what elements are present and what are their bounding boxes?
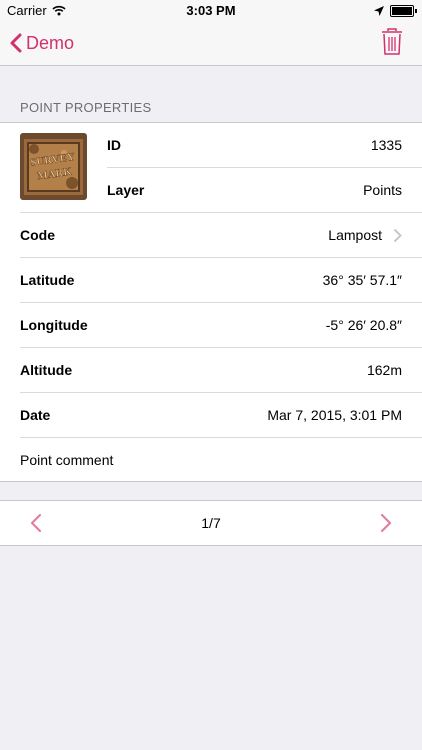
- property-row-longitude: Longitude -5° 26′ 20.8″: [20, 303, 422, 347]
- id-label: ID: [107, 137, 121, 153]
- point-properties-group: SURVEY MARK ID 1335 Layer Points Code La…: [0, 122, 422, 482]
- latitude-value: 36° 35′ 57.1″: [322, 272, 402, 288]
- property-row-latitude: Latitude 36° 35′ 57.1″: [20, 258, 422, 302]
- navigation-bar: Demo: [0, 20, 422, 66]
- layer-value: Points: [363, 182, 402, 198]
- point-comment-field[interactable]: Point comment: [20, 438, 422, 482]
- chevron-left-icon: [10, 33, 22, 53]
- back-button[interactable]: Demo: [10, 30, 74, 56]
- property-row-altitude: Altitude 162m: [20, 348, 422, 392]
- date-label: Date: [20, 407, 51, 423]
- next-point-button[interactable]: [380, 513, 392, 538]
- trash-icon: [382, 28, 402, 55]
- property-row-code[interactable]: Code Lampost: [20, 213, 422, 257]
- layer-label: Layer: [107, 182, 145, 198]
- point-photo-thumbnail[interactable]: SURVEY MARK: [20, 133, 87, 200]
- back-button-label: Demo: [26, 32, 75, 53]
- code-value: Lampost: [328, 227, 382, 243]
- altitude-label: Altitude: [20, 362, 73, 378]
- property-row-date: Date Mar 7, 2015, 3:01 PM: [20, 393, 422, 437]
- page-indicator: 1/7: [201, 515, 221, 531]
- latitude-label: Latitude: [20, 272, 75, 288]
- chevron-right-icon: [380, 513, 392, 533]
- status-bar: Carrier 3:03 PM: [0, 0, 422, 20]
- longitude-value: -5° 26′ 20.8″: [325, 317, 402, 333]
- battery-icon: [390, 5, 417, 17]
- code-label: Code: [20, 227, 55, 243]
- property-row-id: ID 1335: [107, 123, 422, 167]
- section-header: POINT PROPERTIES: [20, 100, 152, 115]
- location-arrow-icon: [374, 4, 384, 19]
- trash-button[interactable]: [381, 28, 403, 61]
- chevron-right-icon: [393, 228, 402, 243]
- id-value: 1335: [370, 137, 402, 153]
- altitude-value: 162m: [366, 362, 402, 378]
- longitude-label: Longitude: [20, 317, 88, 333]
- pager-bar: 1/7: [0, 500, 422, 546]
- property-row-layer: Layer Points: [107, 168, 422, 212]
- point-comment-text: Point comment: [20, 452, 114, 468]
- status-time: 3:03 PM: [186, 3, 236, 18]
- date-value: Mar 7, 2015, 3:01 PM: [267, 407, 402, 423]
